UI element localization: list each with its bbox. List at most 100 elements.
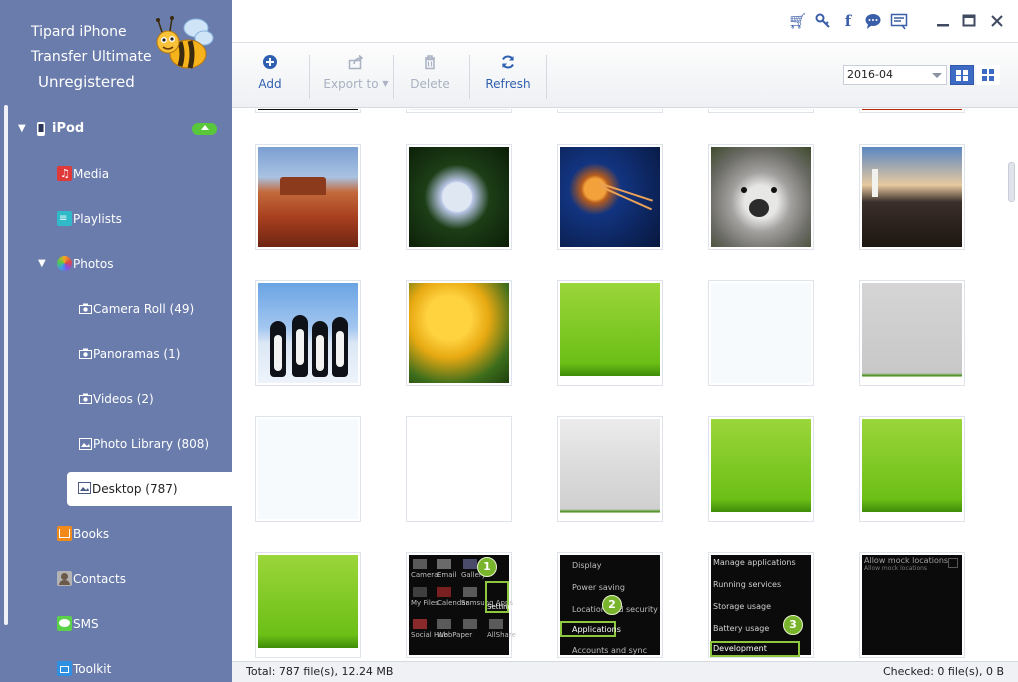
- sidebar-item-books[interactable]: Books: [0, 521, 232, 547]
- sidebar-item-label: Videos (2): [93, 392, 154, 406]
- sidebar-item-label: Contacts: [73, 572, 126, 586]
- photo-thumbnail[interactable]: [557, 109, 663, 113]
- picture-icon: [78, 482, 91, 494]
- photo-thumbnail[interactable]: [406, 416, 512, 522]
- camera-icon: [79, 303, 92, 314]
- sidebar-item-label: Playlists: [73, 212, 122, 226]
- sidebar-item-label: Media: [73, 167, 110, 181]
- photo-thumbnail-penguins[interactable]: [255, 280, 361, 386]
- sidebar-item-sms[interactable]: SMS: [0, 611, 232, 637]
- sms-icon: [57, 616, 72, 631]
- eject-icon[interactable]: [192, 123, 217, 135]
- chevron-down-icon: [932, 73, 942, 78]
- photo-thumbnail-desert[interactable]: [255, 144, 361, 250]
- cart-icon[interactable]: 🛒︎: [788, 12, 807, 30]
- photo-thumbnail-lighthouse[interactable]: [859, 144, 965, 250]
- photo-thumbnail-hydrangea[interactable]: [406, 144, 512, 250]
- export-button[interactable]: Export to ▼: [320, 43, 392, 109]
- photo-thumbnail[interactable]: [708, 280, 814, 386]
- photo-thumbnail-android-settings[interactable]: Camera Email Gallery My Files Calendar S…: [406, 552, 516, 658]
- book-icon: [57, 526, 72, 541]
- sidebar-item-label: Photo Library (808): [93, 437, 210, 451]
- photo-thumbnail[interactable]: [859, 109, 965, 113]
- large-thumbnail-view-button[interactable]: [950, 65, 974, 85]
- contacts-icon: [57, 571, 72, 586]
- sidebar-item-playlists[interactable]: ≡ Playlists: [0, 206, 232, 232]
- date-filter-value: 2016-04: [847, 68, 893, 81]
- sidebar-item-photo-library[interactable]: Photo Library (808): [0, 431, 232, 457]
- photo-thumbnail-koala[interactable]: [708, 144, 814, 250]
- sidebar-item-camera-roll[interactable]: Camera Roll (49): [0, 296, 232, 322]
- sidebar-item-media[interactable]: ♫ Media: [0, 161, 232, 187]
- toolkit-icon: [57, 661, 72, 676]
- bee-logo-icon: [156, 16, 214, 69]
- export-label: Export to ▼: [323, 77, 389, 91]
- sidebar-item-desktop[interactable]: Desktop (787): [67, 472, 232, 506]
- refresh-icon: [502, 55, 514, 69]
- minimize-icon[interactable]: [934, 12, 952, 30]
- sidebar-item-contacts[interactable]: Contacts: [0, 566, 232, 592]
- photo-thumbnail[interactable]: [557, 280, 663, 386]
- maximize-icon[interactable]: [960, 12, 978, 30]
- close-icon[interactable]: [988, 12, 1006, 30]
- small-thumbnail-view-button[interactable]: [976, 65, 1000, 85]
- chat-icon[interactable]: [864, 12, 882, 30]
- expand-arrow-icon[interactable]: ▼: [18, 116, 28, 142]
- sidebar-item-panoramas[interactable]: Panoramas (1): [0, 341, 232, 367]
- photo-thumbnail[interactable]: [255, 552, 361, 658]
- playlist-icon: ≡: [57, 211, 72, 226]
- sidebar-item-label: SMS: [73, 617, 99, 631]
- ipod-device-icon: [37, 122, 45, 136]
- expand-arrow-icon[interactable]: ▼: [38, 251, 48, 277]
- device-ipod[interactable]: ▼ iPod: [0, 116, 232, 142]
- photo-thumbnail[interactable]: [557, 416, 663, 522]
- photo-thumbnail-android-applications[interactable]: Display Power saving Location and securi…: [557, 552, 663, 658]
- photo-thumbnail[interactable]: [406, 109, 512, 113]
- facebook-icon[interactable]: f: [839, 12, 857, 30]
- chevron-down-icon: ▼: [382, 79, 389, 88]
- camera-icon: [79, 393, 92, 404]
- sidebar-item-label: Toolkit: [73, 662, 112, 676]
- registration-status[interactable]: Unregistered: [38, 73, 135, 91]
- sidebar-item-photos[interactable]: ▼ Photos: [0, 251, 232, 277]
- step-marker: 1: [477, 557, 497, 577]
- photo-thumbnail-android-development[interactable]: Manage applications Running services Sto…: [708, 552, 814, 658]
- photo-thumbnail-tulips[interactable]: [406, 280, 512, 386]
- add-label: Add: [258, 77, 282, 91]
- step-marker: 2: [602, 595, 622, 615]
- sidebar-item-label: Photos: [73, 257, 114, 271]
- photo-thumbnail[interactable]: [708, 109, 814, 113]
- delete-button[interactable]: Delete: [405, 43, 455, 109]
- delete-label: Delete: [410, 77, 450, 91]
- add-button[interactable]: Add: [246, 43, 294, 109]
- photo-thumbnail[interactable]: [708, 416, 814, 522]
- grid-scrollbar[interactable]: [1008, 162, 1015, 202]
- sidebar-item-videos[interactable]: Videos (2): [0, 386, 232, 412]
- date-filter-select[interactable]: 2016-04: [843, 65, 947, 85]
- sidebar-item-label: Camera Roll (49): [93, 302, 195, 316]
- photo-thumbnail-jellyfish[interactable]: [557, 144, 663, 250]
- toolbar-separator: [546, 55, 547, 99]
- total-files-status: Total: 787 file(s), 12.24 MB: [246, 665, 394, 678]
- key-icon[interactable]: [814, 12, 832, 30]
- sidebar: Tipard iPhone Transfer Ultimate Unregist…: [0, 0, 232, 682]
- refresh-button[interactable]: Refresh: [480, 43, 536, 109]
- toolbar: Add Export to ▼ Delete Refresh 2016-04: [232, 42, 1018, 108]
- app-title-line1: Tipard iPhone: [31, 24, 127, 40]
- photo-grid: Camera Email Gallery My Files Calendar S…: [232, 109, 1018, 661]
- photo-thumbnail[interactable]: [859, 416, 965, 522]
- refresh-label: Refresh: [485, 77, 531, 91]
- photo-thumbnail[interactable]: [859, 280, 965, 386]
- status-bar: Total: 787 file(s), 12.24 MB Checked: 0 …: [232, 661, 1018, 682]
- sidebar-item-toolkit[interactable]: Toolkit: [0, 656, 232, 682]
- device-name: iPod: [52, 121, 85, 136]
- music-icon: ♫: [57, 166, 72, 181]
- photo-thumbnail[interactable]: [255, 109, 361, 113]
- photo-thumbnail-android-mock-locations[interactable]: Allow mock locations Allow mock location…: [859, 552, 965, 658]
- add-icon: [263, 55, 277, 69]
- feedback-icon[interactable]: [890, 12, 908, 30]
- sidebar-item-label: Desktop (787): [92, 482, 178, 496]
- app-brand: Tipard iPhone Transfer Ultimate Unregist…: [0, 0, 232, 105]
- app-title-line2: Transfer Ultimate: [31, 49, 152, 65]
- photo-thumbnail[interactable]: [255, 416, 361, 522]
